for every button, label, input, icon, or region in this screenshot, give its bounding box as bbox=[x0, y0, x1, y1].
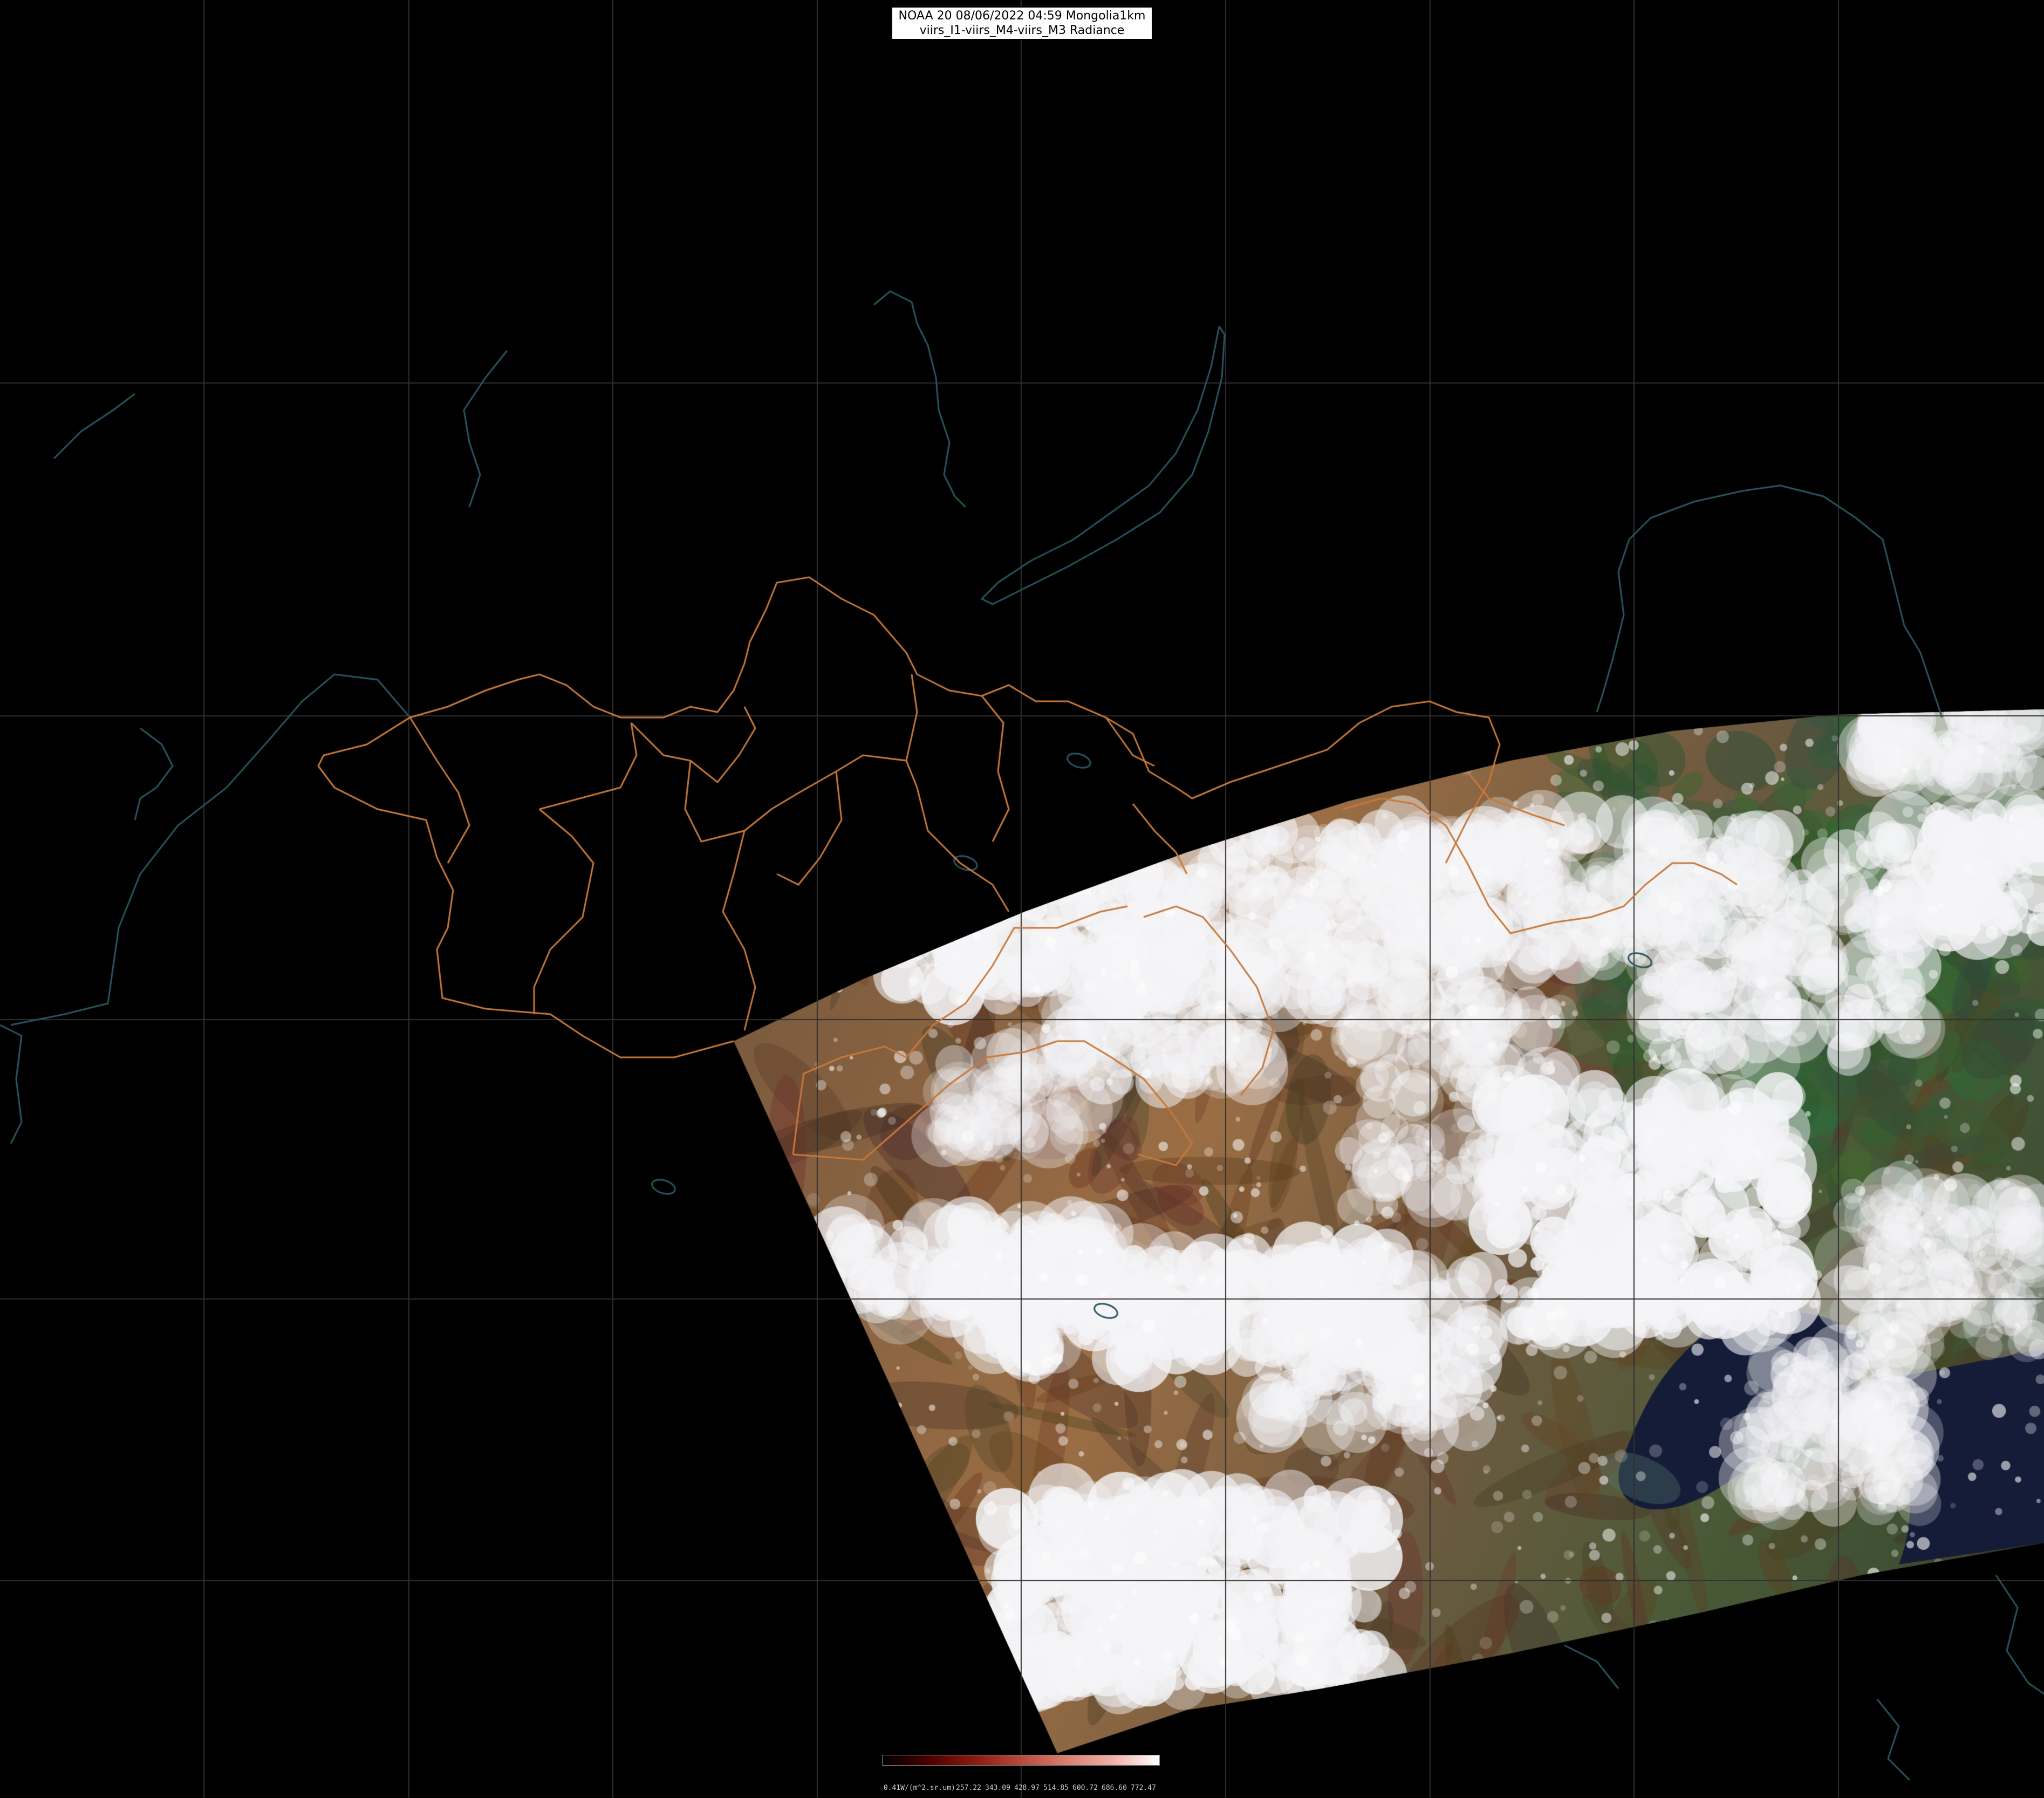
colorbar-tick: 343.09 bbox=[985, 1784, 1010, 1792]
map-title: NOAA 20 08/06/2022 04:59 Mongolia1km vii… bbox=[891, 6, 1153, 40]
colorbar-labels: -0.41W/(m^2.sr.um) 257.22 343.09 428.97 … bbox=[879, 1784, 1160, 1794]
colorbar-tick: 686.60 bbox=[1102, 1784, 1127, 1792]
colorbar-tick: 428.97 bbox=[1014, 1784, 1040, 1792]
title-line-2: viirs_I1-viirs_M4-viirs_M3 Radiance bbox=[919, 24, 1125, 37]
colorbar-tick: 772.47 bbox=[1131, 1784, 1156, 1792]
colorbar-tick: 514.85 bbox=[1043, 1784, 1069, 1792]
title-line-1: NOAA 20 08/06/2022 04:59 Mongolia1km bbox=[898, 9, 1146, 23]
colorbar-unit-label: -0.41W/(m^2.sr.um) bbox=[879, 1784, 955, 1792]
colorbar-tick: 257.22 bbox=[956, 1784, 981, 1792]
radiance-colorbar bbox=[882, 1755, 1160, 1766]
colorbar-tick: 600.72 bbox=[1072, 1784, 1098, 1792]
satellite-map bbox=[0, 0, 2044, 1798]
